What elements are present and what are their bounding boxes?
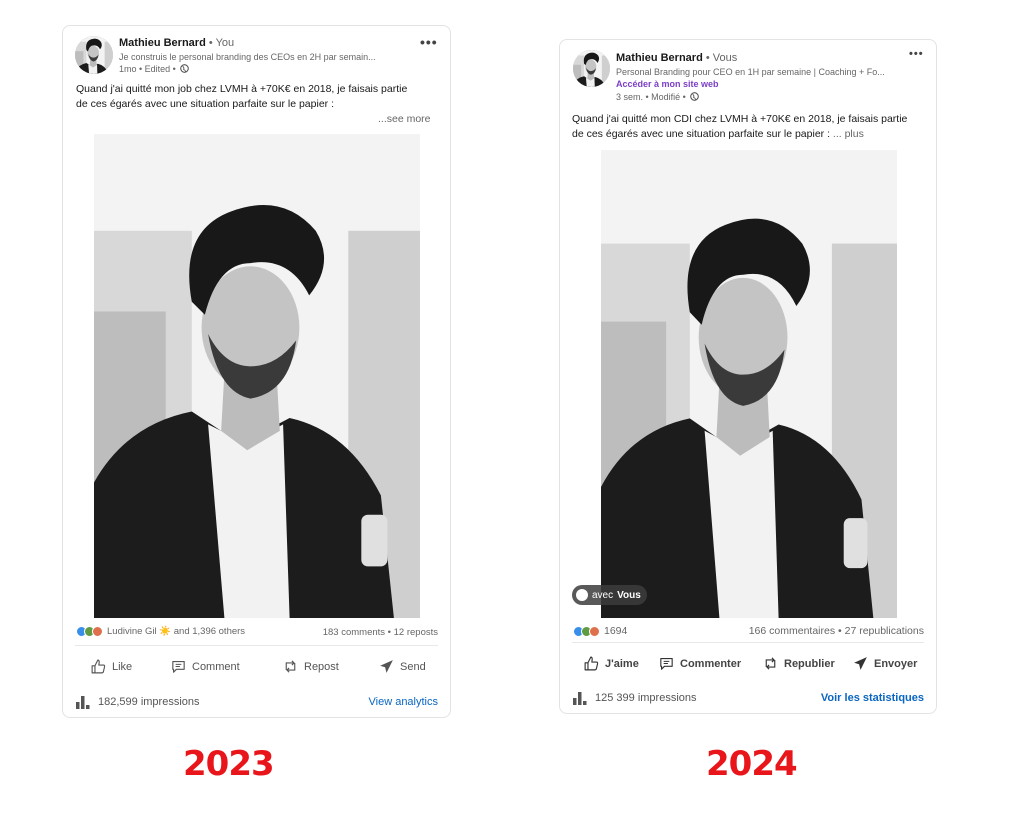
author-line: Mathieu Bernard • Vous	[616, 52, 737, 64]
like-label: J'aime	[605, 657, 639, 670]
like-icon	[91, 659, 106, 674]
year-label-2024: 2024	[706, 744, 798, 784]
tagged-people-badge[interactable]: avec Vous	[572, 585, 647, 605]
impressions-row: 125 399 impressions	[573, 691, 697, 705]
post-text-line2: de ces égarés avec une situation parfait…	[572, 128, 830, 140]
like-button[interactable]: Like	[90, 658, 132, 675]
post-text-line: de ces égarés avec une situation parfait…	[76, 98, 334, 110]
repost-icon	[765, 657, 776, 670]
comment-icon	[660, 657, 673, 670]
author-name[interactable]: Mathieu Bernard	[119, 37, 206, 49]
repost-button[interactable]: Republier	[762, 655, 835, 672]
post-text-line: Quand j'ai quitté mon CDI chez LVMH à +7…	[572, 113, 908, 125]
repost-label: Republier	[784, 657, 835, 670]
person-icon	[576, 589, 588, 601]
author-line: Mathieu Bernard • You	[119, 37, 234, 49]
like-button[interactable]: J'aime	[583, 655, 639, 672]
post-card-2023: Mathieu Bernard • You Je construis le pe…	[62, 25, 451, 718]
post-text: Quand j'ai quitté mon CDI chez LVMH à +7…	[572, 112, 932, 142]
analytics-bar-icon	[76, 696, 90, 709]
post-meta: 1mo • Edited •	[119, 64, 190, 74]
send-button[interactable]: Send	[378, 658, 426, 675]
like-label: Like	[112, 660, 133, 673]
reactions-count: 1694	[604, 625, 628, 637]
reaction-icons	[76, 626, 103, 637]
divider	[572, 642, 924, 643]
post-time: 1mo • Edited •	[119, 64, 176, 74]
impressions-row: 182,599 impressions	[76, 695, 200, 709]
comments-reposts-count[interactable]: 183 comments • 12 reposts	[323, 627, 438, 638]
impressions-count: 125 399 impressions	[595, 692, 697, 704]
reactions-summary[interactable]: Ludivine Gil ☀️ and 1,396 others	[76, 626, 245, 637]
comment-label: Comment	[192, 660, 240, 673]
view-analytics-link[interactable]: View analytics	[369, 696, 439, 708]
like-icon	[584, 656, 599, 671]
more-options-icon[interactable]: •••	[420, 35, 438, 49]
author-relation: • You	[208, 37, 235, 49]
year-label-2023: 2023	[183, 744, 275, 784]
send-label: Send	[400, 660, 426, 673]
comment-icon	[172, 660, 185, 673]
comments-reposts-count[interactable]: 166 commentaires • 27 republications	[749, 625, 924, 637]
see-more-link[interactable]: ...see more	[378, 113, 431, 125]
post-text-line: de ces égarés avec une situation parfait…	[572, 127, 932, 142]
reaction-icons	[573, 625, 600, 637]
divider	[75, 645, 438, 646]
tag-prefix: avec	[592, 589, 614, 601]
see-more-link[interactable]: ... plus	[833, 128, 864, 140]
comment-button[interactable]: Commenter	[658, 655, 741, 672]
author-headline: Personal Branding pour CEO en 1H par sem…	[616, 67, 885, 77]
globe-icon	[180, 64, 190, 73]
post-text-line: Quand j'ai quitté mon job chez LVMH à +7…	[76, 83, 408, 95]
globe-icon	[690, 92, 700, 101]
repost-label: Repost	[304, 660, 339, 673]
more-options-icon[interactable]: •••	[909, 49, 924, 60]
send-icon	[380, 660, 393, 673]
author-avatar[interactable]	[75, 36, 113, 74]
author-headline: Je construis le personal branding des CE…	[119, 52, 376, 62]
tag-name: Vous	[617, 589, 641, 601]
analytics-bar-icon	[573, 692, 587, 705]
post-card-2024: Mathieu Bernard • Vous Personal Branding…	[559, 39, 937, 714]
send-button[interactable]: Envoyer	[852, 655, 917, 672]
post-photo[interactable]	[601, 150, 897, 618]
reactions-text: Ludivine Gil ☀️ and 1,396 others	[107, 626, 246, 637]
author-avatar[interactable]	[573, 50, 610, 87]
post-text: Quand j'ai quitté mon job chez LVMH à +7…	[76, 82, 446, 112]
repost-button[interactable]: Repost	[282, 658, 339, 675]
send-label: Envoyer	[874, 657, 918, 670]
view-statistics-link[interactable]: Voir les statistiques	[821, 692, 924, 704]
visit-website-link[interactable]: Accéder à mon site web	[616, 79, 719, 89]
love-reaction-icon	[92, 626, 103, 637]
author-name[interactable]: Mathieu Bernard	[616, 52, 703, 64]
post-time: 3 sem. • Modifié •	[616, 92, 686, 102]
post-meta: 3 sem. • Modifié •	[616, 92, 700, 102]
impressions-count: 182,599 impressions	[98, 696, 200, 708]
love-reaction-icon	[589, 625, 600, 637]
comment-button[interactable]: Comment	[170, 658, 240, 675]
send-icon	[854, 657, 867, 670]
comment-label: Commenter	[680, 657, 742, 670]
author-relation: • Vous	[705, 52, 738, 64]
repost-icon	[285, 660, 296, 673]
post-photo[interactable]	[94, 134, 420, 618]
reactions-summary[interactable]: 1694	[573, 625, 627, 637]
